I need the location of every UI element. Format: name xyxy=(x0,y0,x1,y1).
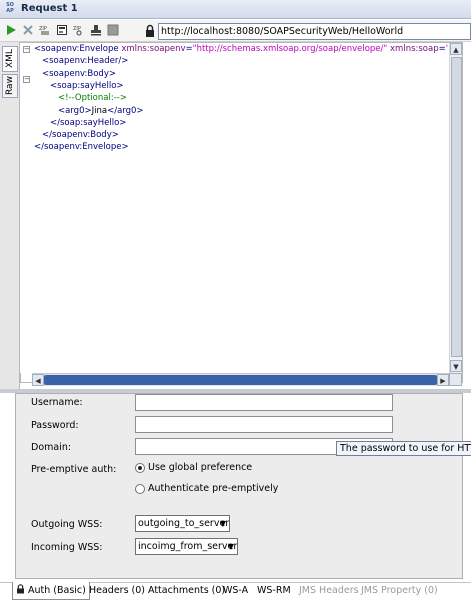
xml-token: xmlns:soap xyxy=(390,44,439,54)
xml-line[interactable]: <soapenv:Envelope xmlns:soapenv="http://… xyxy=(34,44,448,54)
fold-toggle-icon[interactable]: − xyxy=(23,76,30,83)
gray-square-icon xyxy=(107,24,119,36)
chevron-down-icon: ▼ xyxy=(227,542,234,551)
svg-text:ZIP: ZIP xyxy=(39,26,47,32)
xml-token: <!--Optional:--> xyxy=(58,93,127,104)
soap-logo-icon: SO AP xyxy=(6,2,14,14)
scroll-up-icon[interactable]: ▲ xyxy=(450,43,462,55)
username-label: Username: xyxy=(31,397,83,408)
editor-side-tabs: XML Raw xyxy=(0,42,20,392)
xml-token: = xyxy=(185,44,193,54)
cancel-request-button[interactable] xyxy=(21,23,35,37)
incoming-wss-select[interactable]: incoimg_from_server ▼ xyxy=(135,538,238,555)
outgoing-wss-label: Outgoing WSS: xyxy=(31,519,103,530)
scroll-corner xyxy=(449,373,462,386)
xml-token: = xyxy=(438,44,446,54)
authenticate-preemptively-label[interactable]: Authenticate pre-emptively xyxy=(148,483,278,494)
xml-line[interactable]: </soapenv:Body> xyxy=(42,130,119,140)
xml-content[interactable]: <soapenv:Envelope xmlns:soapenv="http://… xyxy=(34,44,448,364)
xml-line[interactable]: <!--Optional:--> xyxy=(58,93,127,103)
preemptive-auth-label: Pre-emptive auth: xyxy=(31,464,117,475)
zip-refresh-icon: ZIP xyxy=(73,26,82,36)
global-preference-radio[interactable] xyxy=(135,463,145,473)
xml-token: <soap:sayHello> xyxy=(50,80,124,91)
xml-token: <soapenv:Header/> xyxy=(42,56,129,67)
title-bar: SO AP Request 1 xyxy=(0,0,471,19)
create-empty-request-button[interactable] xyxy=(55,23,69,37)
xml-line[interactable]: </soap:sayHello> xyxy=(50,118,126,128)
fold-toggle-icon[interactable]: − xyxy=(23,46,30,53)
lock-icon xyxy=(17,584,24,594)
fold-gutter: − − xyxy=(20,43,32,373)
xml-token: </arg0> xyxy=(107,105,144,116)
xml-token: <arg0> xyxy=(58,105,92,116)
stamp-icon xyxy=(91,25,101,36)
password-label: Password: xyxy=(31,420,79,431)
tab-headers[interactable]: Headers (0) xyxy=(89,585,145,596)
zip-icon: ZIP xyxy=(39,26,49,35)
xml-token: </soap:sayHello> xyxy=(50,117,127,128)
tab-xml[interactable]: XML xyxy=(2,46,18,72)
xml-token: "http://schemas.xmlsoap.org/soap/envelop… xyxy=(192,44,388,54)
tab-ws-rm[interactable]: WS-RM xyxy=(257,585,291,596)
tab-jms-property: JMS Property (0) xyxy=(361,585,438,596)
domain-label: Domain: xyxy=(31,442,72,453)
play-icon xyxy=(7,25,16,35)
cancel-icon xyxy=(23,25,33,35)
password-field[interactable] xyxy=(135,416,393,433)
scroll-right-icon[interactable]: ▶ xyxy=(437,374,449,386)
xml-token: </soapenv:Envelope> xyxy=(34,142,129,153)
window-title: Request 1 xyxy=(21,3,78,14)
tab-auth[interactable]: Auth (Basic) xyxy=(12,582,90,600)
scrollbar-thumb[interactable] xyxy=(451,57,462,357)
add-ws-a-headers-button[interactable]: ZIP xyxy=(38,23,52,37)
username-field[interactable] xyxy=(135,394,393,411)
password-tooltip: The password to use for HTTP A xyxy=(336,441,471,456)
outgoing-wss-select[interactable]: outgoing_to_server ▼ xyxy=(135,515,230,532)
tab-jms-headers: JMS Headers xyxy=(299,585,359,596)
authenticate-preemptively-radio[interactable] xyxy=(135,484,145,494)
xml-token: <soapenv:Envelope xyxy=(34,44,122,54)
xml-line[interactable]: <soap:sayHello> xyxy=(50,81,124,91)
request-options-button[interactable] xyxy=(106,23,120,37)
tab-raw[interactable]: Raw xyxy=(2,74,18,98)
tab-ws-a[interactable]: WS-A xyxy=(223,585,248,596)
xml-token: </soapenv:Body> xyxy=(42,130,119,141)
clone-request-button[interactable] xyxy=(89,23,103,37)
endpoint-url-field[interactable]: http://localhost:8080/SOAPSecurityWeb/He… xyxy=(158,23,471,40)
xml-line[interactable]: <soapenv:Header/> xyxy=(42,56,128,66)
xml-line[interactable]: </soapenv:Envelope> xyxy=(34,142,129,152)
xml-token: <soapenv:Body> xyxy=(42,68,116,79)
document-icon xyxy=(57,25,67,35)
scroll-left-icon[interactable]: ◀ xyxy=(32,374,44,386)
xml-token: Jina xyxy=(91,105,108,116)
xml-line[interactable]: <soapenv:Body> xyxy=(42,69,116,79)
xml-line[interactable]: <arg0>Jina</arg0> xyxy=(58,106,144,116)
recreate-request-button[interactable]: ZIP xyxy=(72,23,86,37)
lock-icon xyxy=(144,24,156,38)
global-preference-label[interactable]: Use global preference xyxy=(148,462,252,473)
submit-request-button[interactable] xyxy=(4,23,18,37)
chevron-down-icon: ▼ xyxy=(219,519,226,528)
xml-token: "http://soap.aaa.c xyxy=(446,44,448,54)
scrollbar-thumb[interactable] xyxy=(44,375,437,385)
scroll-down-icon[interactable]: ▼ xyxy=(450,360,462,372)
vertical-scrollbar[interactable]: ▲ ▼ xyxy=(449,43,462,373)
incoming-wss-label: Incoming WSS: xyxy=(31,542,103,553)
tab-attachments[interactable]: Attachments (0) xyxy=(148,585,225,596)
xml-token: xmlns:soapenv xyxy=(121,44,186,54)
horizontal-scrollbar[interactable]: ◀ ▶ xyxy=(32,373,449,386)
